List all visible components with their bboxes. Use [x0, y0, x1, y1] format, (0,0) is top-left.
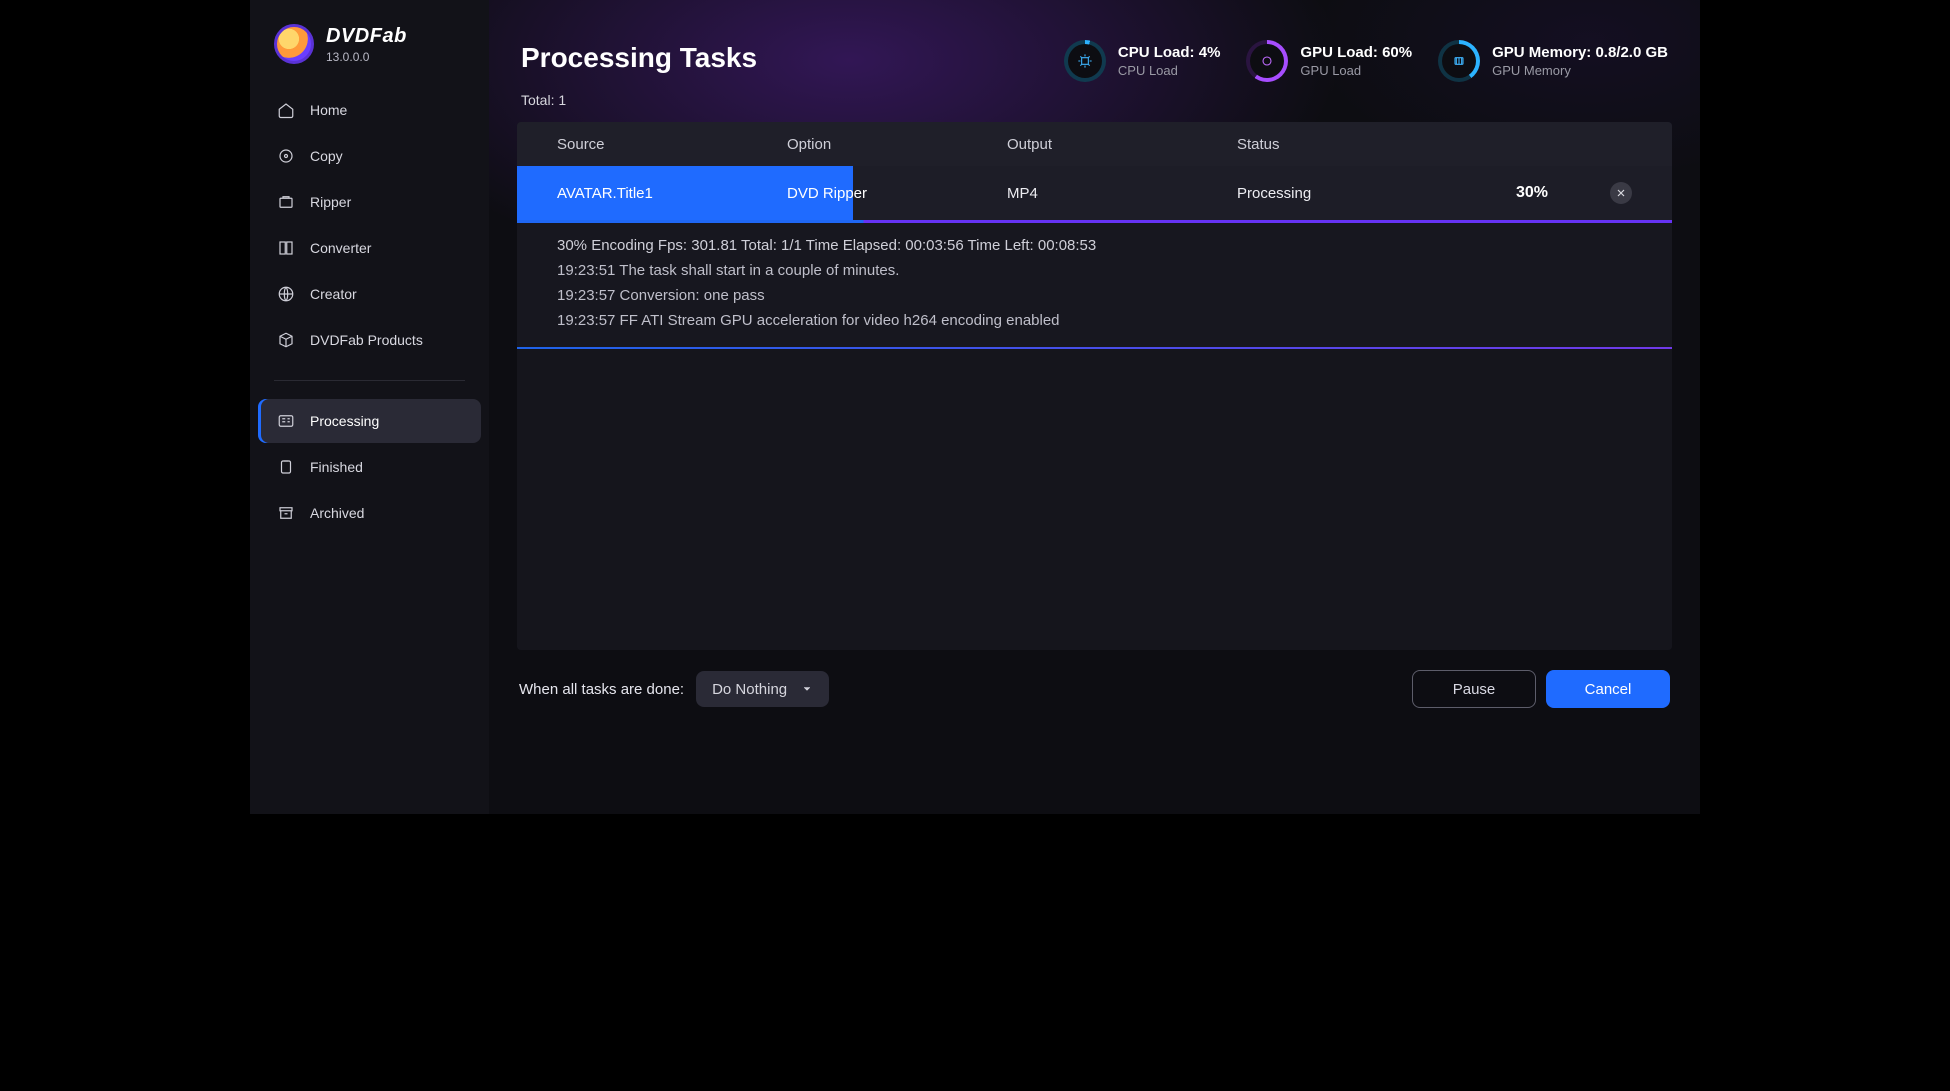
sidebar-item-label: Ripper — [310, 194, 351, 210]
table-header: Source Option Output Status — [517, 122, 1672, 166]
gpumem-ring-icon — [1438, 40, 1480, 82]
gpumem-sub: GPU Memory — [1492, 63, 1668, 78]
nav-separator — [274, 380, 465, 381]
cpu-gauge: CPU Load: 4% CPU Load — [1064, 40, 1221, 82]
system-gauges: CPU Load: 4% CPU Load GPU Load: 60% GPU … — [1064, 40, 1668, 82]
page-title: Processing Tasks — [521, 42, 757, 74]
brand-version: 13.0.0.0 — [326, 50, 407, 64]
gpumem-title: GPU Memory: 0.8/2.0 GB — [1492, 44, 1668, 61]
archive-icon — [276, 503, 296, 523]
sidebar-item-label: Converter — [310, 240, 371, 256]
sidebar-item-products[interactable]: DVDFab Products — [258, 318, 481, 362]
products-icon — [276, 330, 296, 350]
sidebar-item-label: Archived — [310, 505, 364, 521]
footer-actions: Pause Cancel — [1412, 670, 1670, 708]
cpu-title: CPU Load: 4% — [1118, 44, 1221, 61]
header: Processing Tasks Total: 1 CPU Load: 4% C… — [489, 0, 1700, 122]
total-value: 1 — [558, 92, 566, 108]
gpu-ring-icon — [1246, 40, 1288, 82]
home-icon — [276, 100, 296, 120]
gpu-sub: GPU Load — [1300, 63, 1412, 78]
ripper-icon — [276, 192, 296, 212]
log-line: 19:23:51 The task shall start in a coupl… — [557, 262, 1632, 279]
when-done-control: When all tasks are done: Do Nothing — [519, 671, 829, 707]
row-percent: 30% — [1516, 184, 1548, 202]
row-progress-bar — [517, 220, 1672, 223]
clipboard-icon — [276, 457, 296, 477]
col-option: Option — [787, 136, 1007, 153]
cpu-ring-icon — [1064, 40, 1106, 82]
sidebar-item-finished[interactable]: Finished — [258, 445, 481, 489]
empty-area — [517, 349, 1672, 650]
cpu-sub: CPU Load — [1118, 63, 1221, 78]
sidebar-item-creator[interactable]: Creator — [258, 272, 481, 316]
tasks-table: Source Option Output Status AVATAR.Title… — [517, 122, 1672, 650]
row-option: DVD Ripper — [787, 185, 1007, 202]
converter-icon — [276, 238, 296, 258]
gpumem-gauge: GPU Memory: 0.8/2.0 GB GPU Memory — [1438, 40, 1668, 82]
sidebar-item-processing[interactable]: Processing — [258, 399, 481, 443]
col-status: Status — [1237, 136, 1492, 153]
row-details: 30% Encoding Fps: 301.81 Total: 1/1 Time… — [517, 223, 1672, 347]
gpu-title: GPU Load: 60% — [1300, 44, 1412, 61]
brand-name: DVDFab — [326, 25, 407, 48]
sidebar: DVDFab 13.0.0.0 Home Copy Ripper Convert… — [250, 0, 489, 814]
col-output: Output — [1007, 136, 1237, 153]
copy-icon — [276, 146, 296, 166]
row-source: AVATAR.Title1 — [557, 185, 787, 202]
row-output: MP4 — [1007, 185, 1237, 202]
sidebar-item-label: Home — [310, 102, 347, 118]
app-logo-icon — [274, 24, 314, 64]
sidebar-item-copy[interactable]: Copy — [258, 134, 481, 178]
app-window: DVDFab 13.0.0.0 Home Copy Ripper Convert… — [250, 0, 1700, 814]
nav-secondary: Processing Finished Archived — [250, 393, 489, 541]
cancel-label: Cancel — [1585, 681, 1632, 698]
nav-primary: Home Copy Ripper Converter Creator DVDFa… — [250, 82, 489, 368]
pause-label: Pause — [1453, 681, 1496, 698]
sidebar-item-label: Creator — [310, 286, 357, 302]
chevron-down-icon — [801, 683, 813, 695]
footer: When all tasks are done: Do Nothing Paus… — [489, 650, 1700, 732]
log-line: 19:23:57 FF ATI Stream GPU acceleration … — [557, 312, 1632, 329]
row-status: Processing — [1237, 185, 1492, 202]
when-done-label: When all tasks are done: — [519, 681, 684, 698]
creator-icon — [276, 284, 296, 304]
sidebar-item-label: Processing — [310, 413, 379, 429]
log-line: 19:23:57 Conversion: one pass — [557, 287, 1632, 304]
gpu-gauge: GPU Load: 60% GPU Load — [1246, 40, 1412, 82]
sidebar-item-label: Copy — [310, 148, 343, 164]
sidebar-item-home[interactable]: Home — [258, 88, 481, 132]
total-label: Total: — [521, 92, 554, 108]
section-divider — [517, 347, 1672, 349]
row-close-button[interactable] — [1610, 182, 1632, 204]
brand: DVDFab 13.0.0.0 — [250, 24, 489, 82]
when-done-select[interactable]: Do Nothing — [696, 671, 829, 707]
sidebar-item-converter[interactable]: Converter — [258, 226, 481, 270]
tasks-icon — [276, 411, 296, 431]
pause-button[interactable]: Pause — [1412, 670, 1536, 708]
detail-summary: 30% Encoding Fps: 301.81 Total: 1/1 Time… — [557, 237, 1632, 254]
col-source: Source — [557, 136, 787, 153]
total-count: Total: 1 — [521, 92, 757, 108]
sidebar-item-label: DVDFab Products — [310, 332, 423, 348]
cancel-button[interactable]: Cancel — [1546, 670, 1670, 708]
sidebar-item-ripper[interactable]: Ripper — [258, 180, 481, 224]
select-value: Do Nothing — [712, 681, 787, 698]
sidebar-item-label: Finished — [310, 459, 363, 475]
table-row[interactable]: AVATAR.Title1 DVD Ripper MP4 Processing … — [517, 166, 1672, 223]
sidebar-item-archived[interactable]: Archived — [258, 491, 481, 535]
main-content: Processing Tasks Total: 1 CPU Load: 4% C… — [489, 0, 1700, 814]
